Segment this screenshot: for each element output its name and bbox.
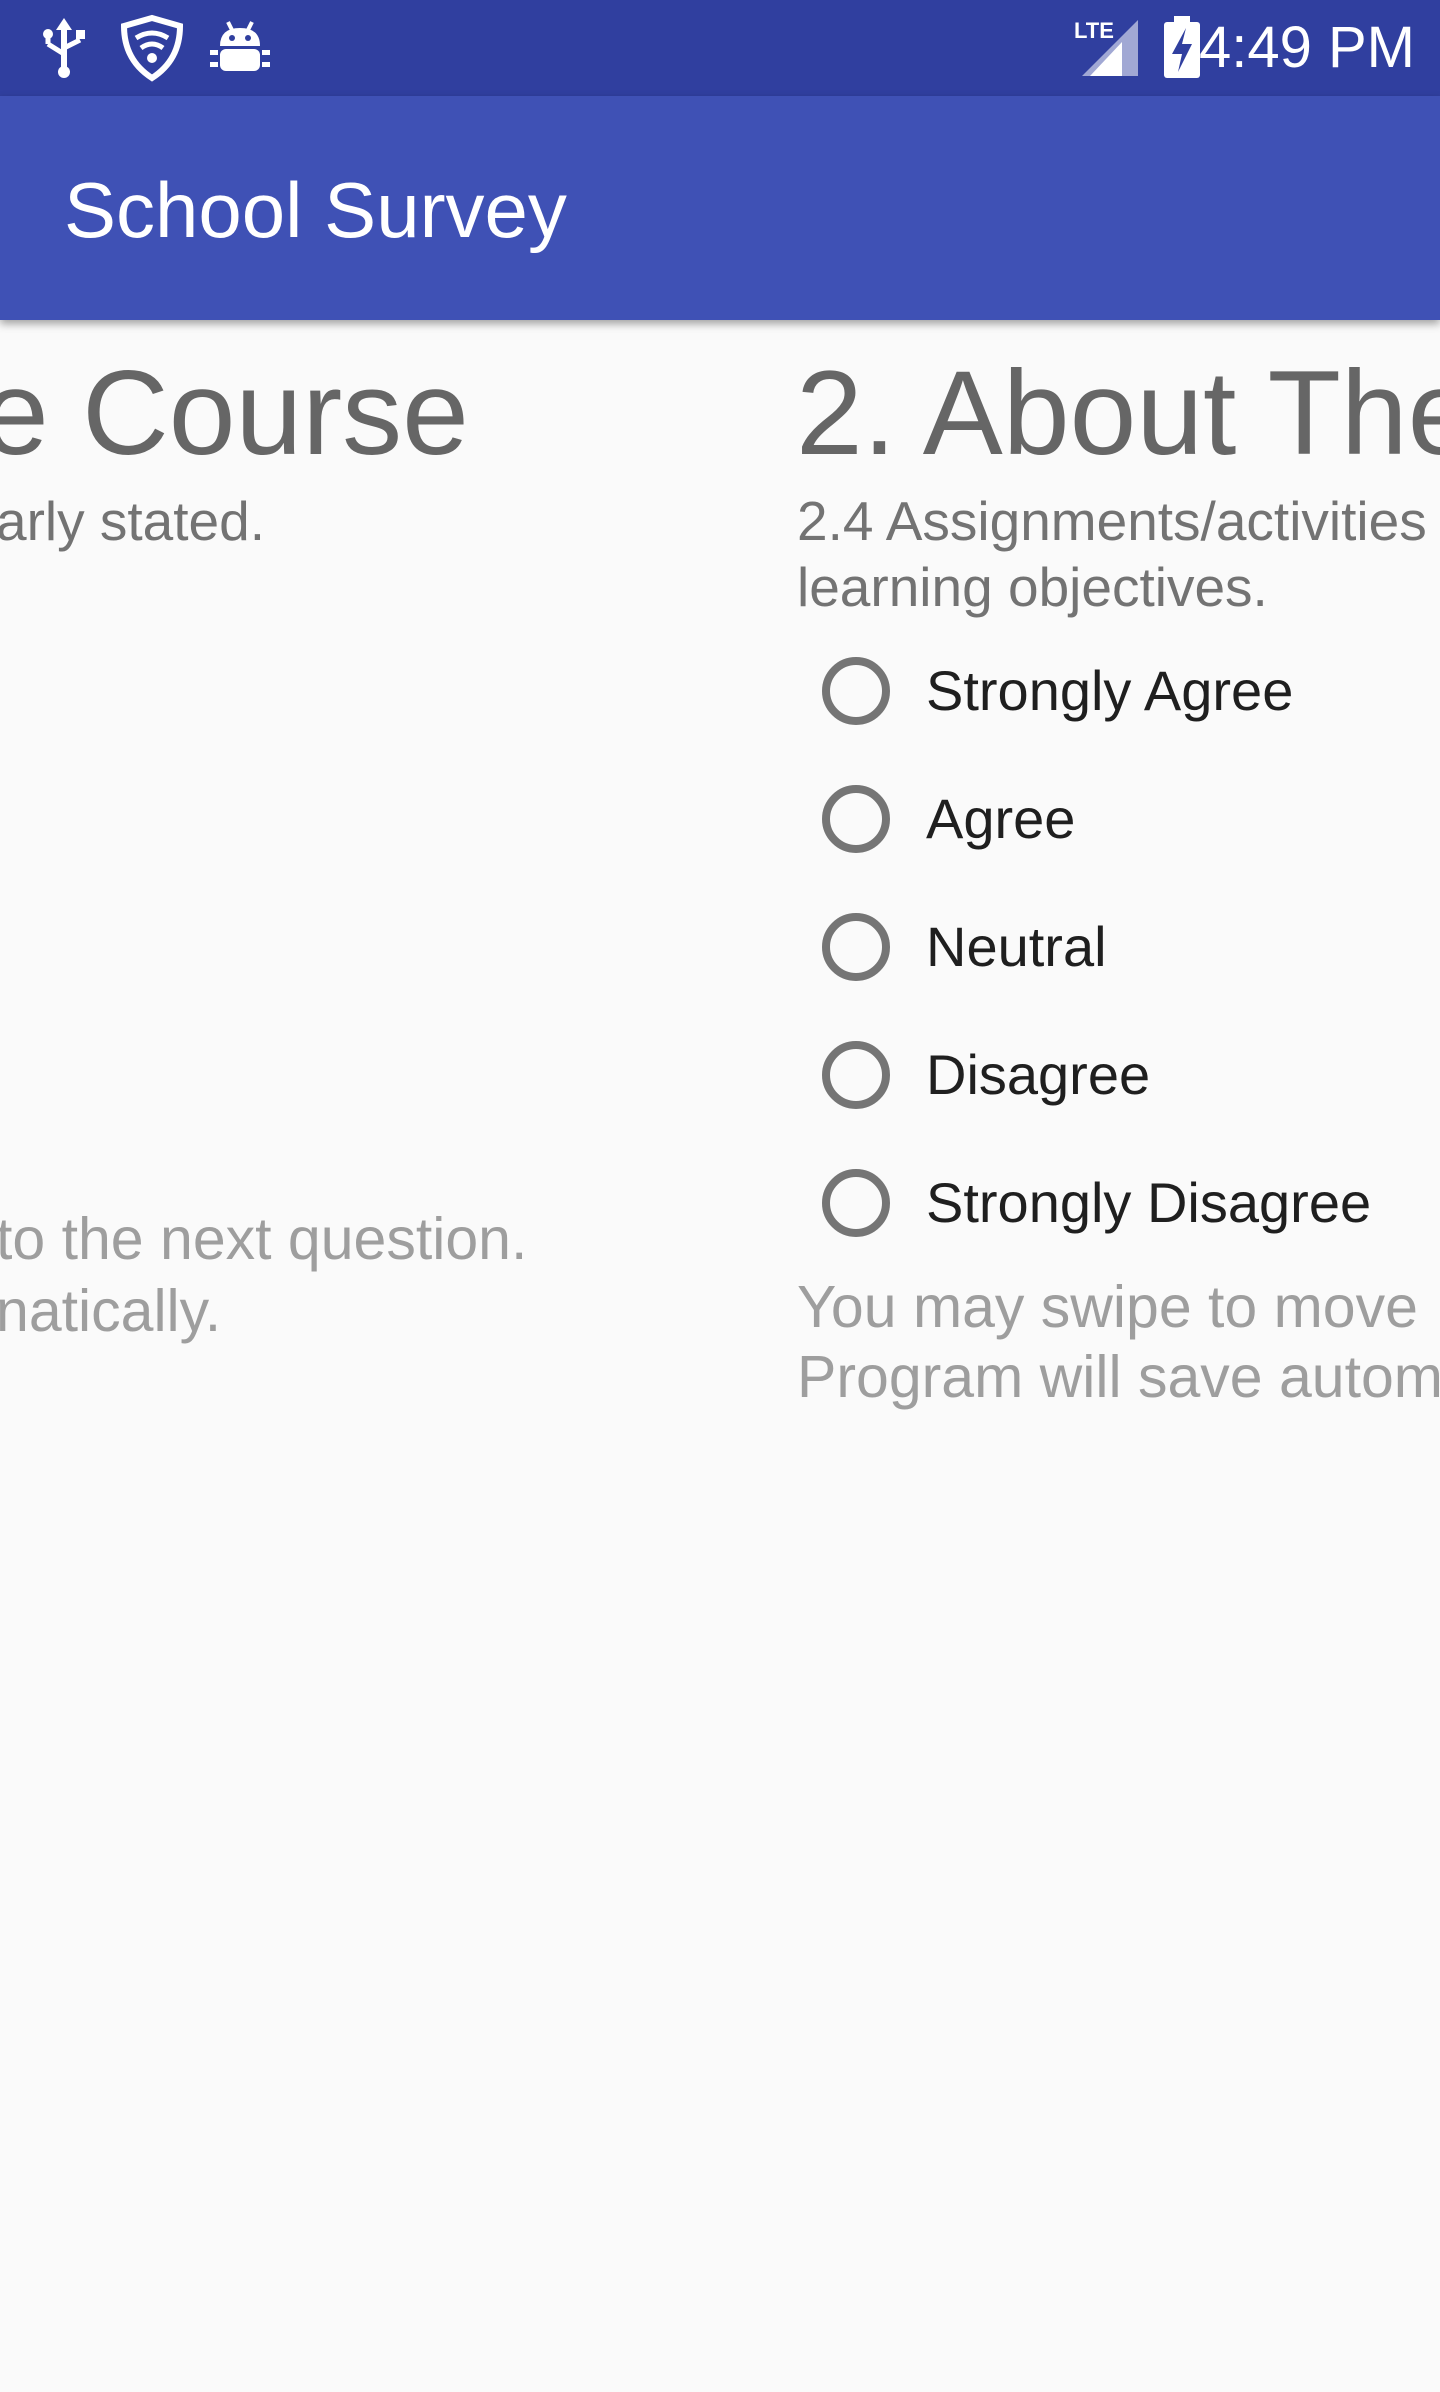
option-label: Disagree bbox=[926, 1043, 1151, 1106]
app-title: School Survey bbox=[64, 166, 567, 254]
radio-button[interactable] bbox=[822, 1169, 890, 1237]
option-label: Neutral bbox=[926, 915, 1107, 978]
swipe-hint-line-1: You may swipe to move bbox=[797, 1274, 1418, 1340]
lte-signal-icon: LTE bbox=[1072, 14, 1142, 82]
survey-screen: LTE 4:49 PM School Survey e Course arly … bbox=[0, 0, 1440, 2392]
current-survey-page[interactable]: 2. About The 2.4 Assignments/activities … bbox=[0, 320, 1440, 2392]
option-strongly-disagree[interactable]: Strongly Disagree bbox=[814, 1154, 1440, 1264]
section-title: 2. About The bbox=[796, 346, 1440, 480]
radio-button[interactable] bbox=[822, 1041, 890, 1109]
status-bar: LTE 4:49 PM bbox=[0, 0, 1440, 96]
option-label: Strongly Disagree bbox=[926, 1171, 1372, 1234]
android-debug-icon bbox=[206, 14, 274, 82]
network-label: LTE bbox=[1074, 18, 1114, 43]
option-label: Agree bbox=[926, 787, 1076, 850]
status-time: 4:49 PM bbox=[1199, 15, 1415, 80]
radio-button[interactable] bbox=[822, 785, 890, 853]
question-text-line-2: learning objectives. bbox=[797, 556, 1268, 618]
radio-button[interactable] bbox=[822, 913, 890, 981]
battery-charging-icon bbox=[1160, 14, 1204, 82]
radio-button[interactable] bbox=[822, 657, 890, 725]
option-disagree[interactable]: Disagree bbox=[814, 1026, 1440, 1136]
option-strongly-agree[interactable]: Strongly Agree bbox=[814, 642, 1440, 752]
option-neutral[interactable]: Neutral bbox=[814, 898, 1440, 1008]
swipe-hint-line-2: Program will save autom bbox=[797, 1344, 1440, 1410]
option-agree[interactable]: Agree bbox=[814, 770, 1440, 880]
app-bar: School Survey bbox=[0, 96, 1440, 320]
vpn-shield-icon bbox=[118, 14, 186, 82]
question-text-line-1: 2.4 Assignments/activities bbox=[797, 490, 1427, 552]
usb-icon bbox=[30, 14, 98, 82]
option-label: Strongly Agree bbox=[926, 659, 1294, 722]
